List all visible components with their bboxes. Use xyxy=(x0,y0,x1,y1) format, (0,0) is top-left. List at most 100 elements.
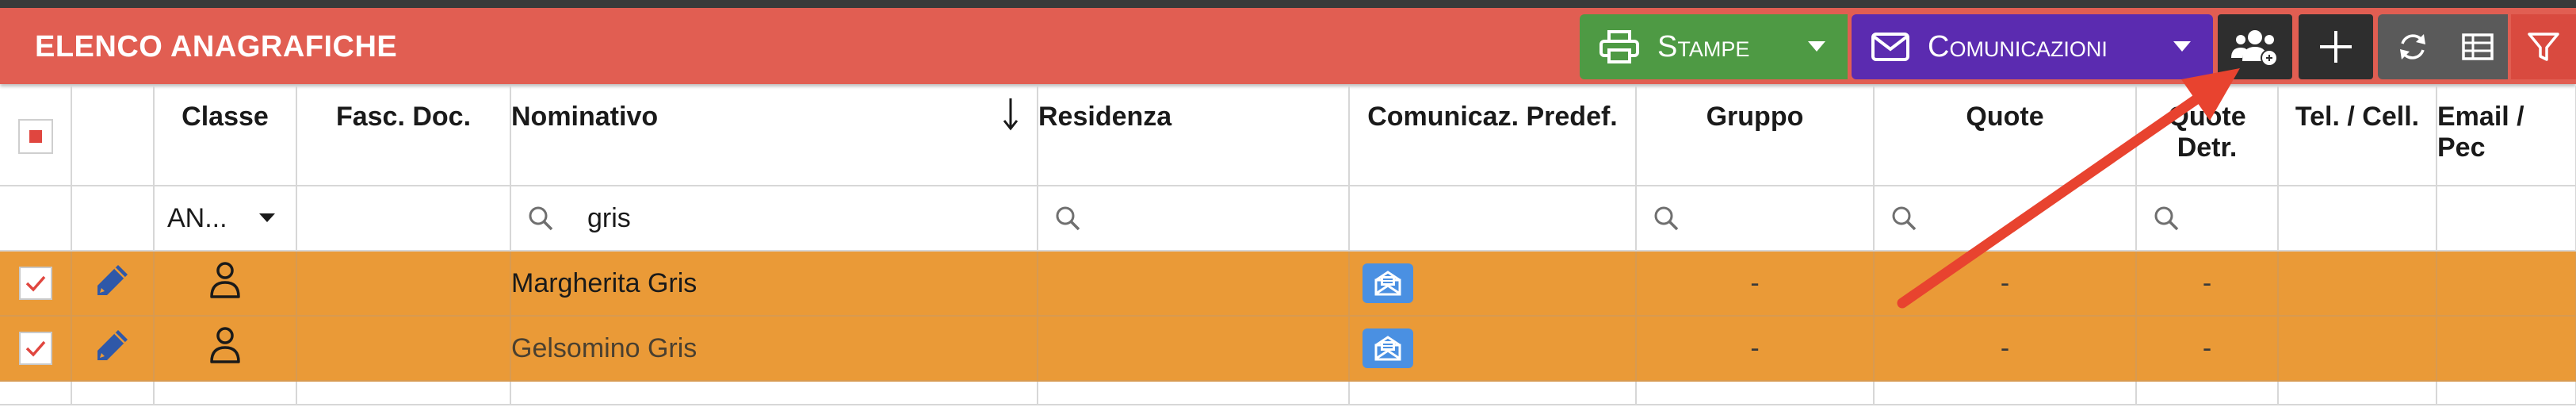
check-icon xyxy=(25,340,45,357)
filter-cell-empty xyxy=(71,186,155,252)
gruppo-filter[interactable] xyxy=(1636,186,1875,252)
stampe-button[interactable]: Stampe xyxy=(1580,14,1848,79)
filter-icon xyxy=(2528,33,2559,61)
search-icon xyxy=(1056,206,1080,231)
quote-detr-cell: - xyxy=(2136,316,2279,382)
column-header-nominativo[interactable]: Nominativo xyxy=(510,86,1038,186)
search-icon xyxy=(1892,206,1917,231)
nominativo-filter[interactable] xyxy=(510,186,1038,252)
column-header-quote[interactable]: Quote xyxy=(1874,86,2137,186)
table-row[interactable]: Gelsomino Gris - - - xyxy=(0,316,2576,382)
gruppo-cell: - xyxy=(1636,251,1875,317)
table-row[interactable]: Margherita Gris - - - xyxy=(0,251,2576,317)
table-icon xyxy=(2462,33,2494,60)
nominativo-header-label: Nominativo xyxy=(511,102,659,132)
row-select-cell[interactable] xyxy=(0,251,72,317)
filter-cell-email[interactable] xyxy=(2436,186,2576,252)
plus-icon xyxy=(2320,31,2352,63)
pencil-icon[interactable] xyxy=(94,262,131,298)
empty-cell xyxy=(154,381,297,405)
fasc-doc-cell xyxy=(296,251,511,317)
person-icon xyxy=(210,261,240,298)
filter-button[interactable] xyxy=(2511,14,2576,79)
residenza-filter[interactable] xyxy=(1038,186,1350,252)
email-cell xyxy=(2436,316,2576,382)
edit-cell[interactable] xyxy=(71,316,155,382)
nominativo-cell: Margherita Gris xyxy=(510,251,1038,317)
envelope-open-icon[interactable] xyxy=(1363,328,1413,368)
classe-cell xyxy=(154,251,297,317)
row-checkbox[interactable] xyxy=(18,267,52,300)
envelope-open-icon[interactable] xyxy=(1363,263,1413,303)
stampe-label: Stampe xyxy=(1657,29,1750,63)
comunicaz-cell xyxy=(1349,251,1637,317)
tel-cell xyxy=(2278,316,2437,382)
quote-detr-cell: - xyxy=(2136,251,2279,317)
pencil-icon[interactable] xyxy=(94,327,131,363)
filter-cell-comunicaz[interactable] xyxy=(1349,186,1637,252)
add-button[interactable] xyxy=(2299,14,2373,79)
filter-cell-tel[interactable] xyxy=(2278,186,2437,252)
filter-row: AN... xyxy=(0,186,2576,252)
comunicaz-cell xyxy=(1349,316,1637,382)
search-icon xyxy=(1654,206,1679,231)
column-header-residenza[interactable]: Residenza xyxy=(1038,86,1350,186)
column-header-gruppo[interactable]: Gruppo xyxy=(1636,86,1875,186)
quote-detr-label-2: Detr. xyxy=(2177,133,2238,163)
tel-cell xyxy=(2278,251,2437,317)
column-header-classe[interactable]: Classe xyxy=(154,86,297,186)
classe-filter-select[interactable]: AN... xyxy=(154,186,297,252)
residenza-cell xyxy=(1038,251,1350,317)
empty-row xyxy=(0,381,2576,405)
column-header-email-pec[interactable]: Email / Pec xyxy=(2436,86,2576,186)
select-all-cell[interactable] xyxy=(0,86,72,186)
email-label-1: Email / xyxy=(2437,102,2524,132)
search-icon xyxy=(2154,206,2179,231)
comunicazioni-button[interactable]: Comunicazioni xyxy=(1852,14,2213,79)
row-select-cell[interactable] xyxy=(0,316,72,382)
classe-filter-value: AN... xyxy=(167,202,227,233)
select-all-checkbox[interactable] xyxy=(17,119,53,154)
nominativo-search-input[interactable] xyxy=(586,202,732,235)
column-header-fasc-doc[interactable]: Fasc. Doc. xyxy=(296,86,511,186)
column-header-quote-detr[interactable]: Quote Detr. xyxy=(2136,86,2279,186)
quote-cell: - xyxy=(1874,316,2137,382)
header-row: Classe Fasc. Doc. Nominativo Residenza C… xyxy=(0,86,2576,186)
empty-cell xyxy=(510,381,1038,405)
users-plus-icon xyxy=(2231,30,2278,67)
empty-cell xyxy=(2278,381,2437,405)
column-header-comunicaz-predef[interactable]: Comunicaz. Predef. xyxy=(1349,86,1637,186)
filter-cell-fasc-doc[interactable] xyxy=(296,186,511,252)
search-icon xyxy=(529,206,553,231)
add-users-button[interactable] xyxy=(2218,14,2292,79)
row-checkbox[interactable] xyxy=(18,332,52,365)
quote-detr-filter[interactable] xyxy=(2136,186,2279,252)
printer-icon xyxy=(1599,30,1639,63)
chevron-down-icon xyxy=(1808,41,1825,52)
chevron-down-icon xyxy=(259,213,275,222)
table-view-button[interactable] xyxy=(2448,14,2508,79)
top-strip xyxy=(0,0,2576,8)
edit-column-header xyxy=(71,86,155,186)
email-label-2: Pec xyxy=(2437,133,2486,163)
anagrafiche-table: Classe Fasc. Doc. Nominativo Residenza C… xyxy=(0,86,2576,405)
column-header-tel-cell[interactable]: Tel. / Cell. xyxy=(2278,86,2437,186)
filter-cell-empty xyxy=(0,186,72,252)
empty-cell xyxy=(1038,381,1350,405)
empty-cell xyxy=(0,381,72,405)
empty-cell xyxy=(1349,381,1637,405)
person-icon xyxy=(210,326,240,363)
email-cell xyxy=(2436,251,2576,317)
envelope-icon xyxy=(1871,33,1909,61)
gruppo-cell: - xyxy=(1636,316,1875,382)
sort-down-icon[interactable] xyxy=(1002,97,1019,132)
empty-cell xyxy=(1636,381,1875,405)
edit-cell[interactable] xyxy=(71,251,155,317)
comunicazioni-label: Comunicazioni xyxy=(1928,29,2108,63)
fasc-doc-cell xyxy=(296,316,511,382)
empty-cell xyxy=(296,381,511,405)
quote-filter[interactable] xyxy=(1874,186,2137,252)
refresh-button[interactable] xyxy=(2378,14,2448,79)
empty-cell xyxy=(1874,381,2137,405)
chevron-down-icon xyxy=(2173,41,2191,52)
